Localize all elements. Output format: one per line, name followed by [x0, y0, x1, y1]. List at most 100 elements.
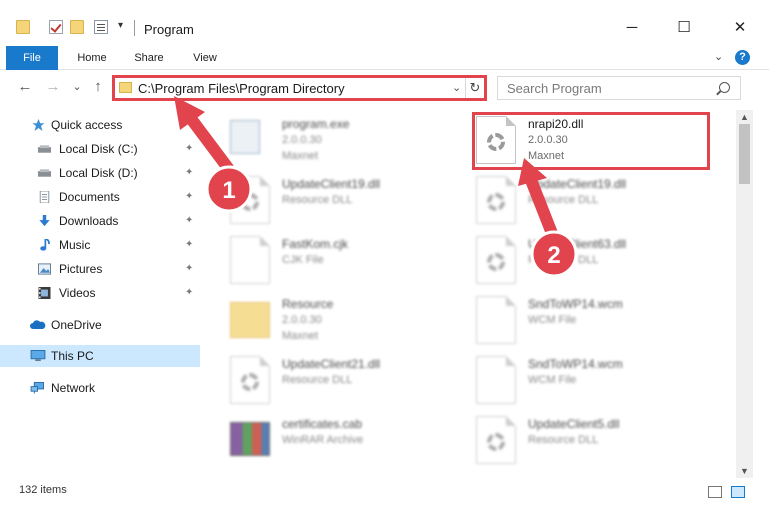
dll-file-icon — [476, 236, 516, 284]
sidebar-item-label: This PC — [51, 349, 94, 363]
file-name: certificates.cab — [282, 417, 363, 431]
sidebar-item-label: Local Disk (D:) — [59, 166, 138, 180]
maximize-button[interactable]: ☐ — [662, 16, 706, 40]
file-name: FastKom.cjk — [282, 237, 349, 251]
file-item[interactable]: UpdateClient21.dll Resource DLL — [222, 352, 462, 408]
archive-icon — [230, 422, 270, 456]
sidebar-item-downloads[interactable]: Downloads ✦ — [0, 210, 200, 232]
scroll-up-arrow-icon[interactable]: ▲ — [736, 110, 753, 124]
tab-view[interactable]: View — [180, 46, 230, 70]
folder-icon — [230, 302, 270, 338]
help-icon[interactable]: ? — [735, 50, 750, 65]
properties-check-icon[interactable] — [49, 20, 63, 34]
file-name: UpdateClient19.dll — [282, 177, 381, 191]
application-icon — [230, 120, 260, 154]
sidebar-item-onedrive[interactable]: OneDrive — [0, 314, 200, 336]
sidebar-item-pictures[interactable]: Pictures ✦ — [0, 258, 200, 280]
pin-icon[interactable]: ✦ — [185, 210, 193, 232]
file-type: WinRAR Archive — [282, 434, 364, 446]
file-name: UpdateClient63.dll — [528, 237, 627, 251]
file-item[interactable]: UpdateClient19.dll Resource DLL — [222, 172, 462, 228]
sidebar-item-quick-access[interactable]: Quick access — [0, 114, 200, 136]
sidebar-item-this-pc[interactable]: This PC — [0, 345, 200, 367]
details-view-icon[interactable] — [708, 486, 722, 498]
minimize-button[interactable]: ─ — [610, 16, 654, 40]
file-name: SndToWP14.wcm — [528, 297, 623, 311]
window-title: Program — [144, 22, 194, 37]
generic-file-icon — [476, 356, 516, 404]
sidebar-item-label: Videos — [59, 286, 96, 300]
video-icon — [38, 287, 51, 299]
tab-share[interactable]: Share — [124, 46, 174, 70]
sidebar-item-documents[interactable]: Documents ✦ — [0, 186, 200, 208]
pin-icon[interactable]: ✦ — [185, 258, 193, 280]
ribbon-expand-icon[interactable]: ⌄ — [714, 50, 723, 63]
gear-icon — [487, 433, 505, 451]
file-item[interactable]: FastKom.cjk CJK File — [222, 232, 462, 288]
address-path[interactable]: C:\Program Files\Program Directory — [138, 81, 345, 96]
file-item[interactable]: UpdateClient5.dll Resource DLL — [468, 412, 708, 468]
file-name: SndToWP14.wcm — [528, 357, 623, 371]
tab-file[interactable]: File — [6, 46, 58, 70]
file-item[interactable]: SndToWP14.wcm WCM File — [468, 292, 708, 348]
file-type: WCM File — [528, 314, 577, 326]
vertical-scrollbar[interactable]: ▲ ▼ — [736, 110, 753, 478]
sidebar-item-label: Downloads — [59, 214, 119, 228]
generic-file-icon — [230, 236, 270, 284]
music-icon — [40, 239, 50, 251]
pin-icon[interactable]: ✦ — [185, 234, 193, 256]
sidebar-item-label: Quick access — [51, 118, 123, 132]
file-type: Resource DLL — [528, 254, 599, 266]
file-type: CJK File — [282, 254, 324, 266]
drive-icon — [38, 145, 51, 153]
list-view-icon[interactable] — [94, 20, 108, 34]
file-item[interactable]: UpdateClient19.dll Resource DLL — [468, 172, 708, 228]
quick-access-toolbar-dropdown[interactable]: ▾ — [118, 20, 123, 31]
file-item[interactable]: SndToWP14.wcm WCM File — [468, 352, 708, 408]
tab-home[interactable]: Home — [66, 46, 118, 70]
scroll-down-arrow-icon[interactable]: ▼ — [736, 464, 753, 478]
dll-file-icon — [476, 176, 516, 224]
title-bar: ▾ Program ─ ☐ ✕ — [0, 0, 769, 44]
file-company: Maxnet — [282, 150, 319, 162]
file-name: UpdateClient19.dll — [528, 177, 627, 191]
file-item[interactable]: Resource 2.0.0.30 Maxnet — [222, 292, 462, 348]
sidebar-item-local-disk-c[interactable]: Local Disk (C:) ✦ — [0, 138, 200, 160]
file-item[interactable]: UpdateClient63.dll Resource DLL — [468, 232, 708, 288]
sidebar-item-music[interactable]: Music ✦ — [0, 234, 200, 256]
up-button[interactable]: ↑ — [89, 77, 107, 97]
file-item[interactable]: program.exe 2.0.0.30 Maxnet — [222, 112, 462, 168]
sidebar-item-label: Pictures — [59, 262, 103, 276]
refresh-button[interactable]: ↻ — [465, 78, 484, 98]
sidebar-item-local-disk-d[interactable]: Local Disk (D:) ✦ — [0, 162, 200, 184]
pin-icon[interactable]: ✦ — [185, 186, 193, 208]
pin-icon[interactable]: ✦ — [185, 162, 193, 184]
download-icon — [39, 215, 50, 227]
search-input[interactable] — [498, 77, 713, 99]
search-box[interactable] — [497, 76, 741, 100]
large-icons-view-icon[interactable] — [731, 486, 745, 498]
sidebar-item-label: Documents — [59, 190, 120, 204]
folder-icon[interactable] — [16, 20, 30, 34]
back-button[interactable]: ← — [16, 77, 34, 97]
sidebar-item-network[interactable]: Network — [0, 377, 200, 399]
pin-icon[interactable]: ✦ — [185, 282, 193, 304]
address-bar[interactable]: C:\Program Files\Program Directory ⌄ ↻ — [112, 75, 487, 101]
close-button[interactable]: ✕ — [718, 16, 762, 40]
dll-file-icon — [230, 356, 270, 404]
dll-file-icon — [476, 416, 516, 464]
file-version: 2.0.0.30 — [282, 134, 322, 146]
scroll-thumb[interactable] — [739, 124, 750, 184]
file-item[interactable]: certificates.cab WinRAR Archive — [222, 412, 462, 468]
recent-locations-button[interactable]: ⌄ — [68, 77, 86, 97]
sidebar-item-label: Music — [59, 238, 91, 252]
sidebar-item-videos[interactable]: Videos ✦ — [0, 282, 200, 304]
address-dropdown[interactable]: ⌄ — [452, 81, 461, 94]
pin-icon[interactable]: ✦ — [185, 138, 193, 160]
file-type: Resource DLL — [528, 434, 599, 446]
new-folder-icon[interactable] — [70, 20, 84, 34]
network-icon — [30, 382, 44, 394]
search-icon[interactable] — [719, 82, 730, 93]
forward-button[interactable]: → — [44, 77, 62, 97]
file-version: 2.0.0.30 — [282, 314, 322, 326]
